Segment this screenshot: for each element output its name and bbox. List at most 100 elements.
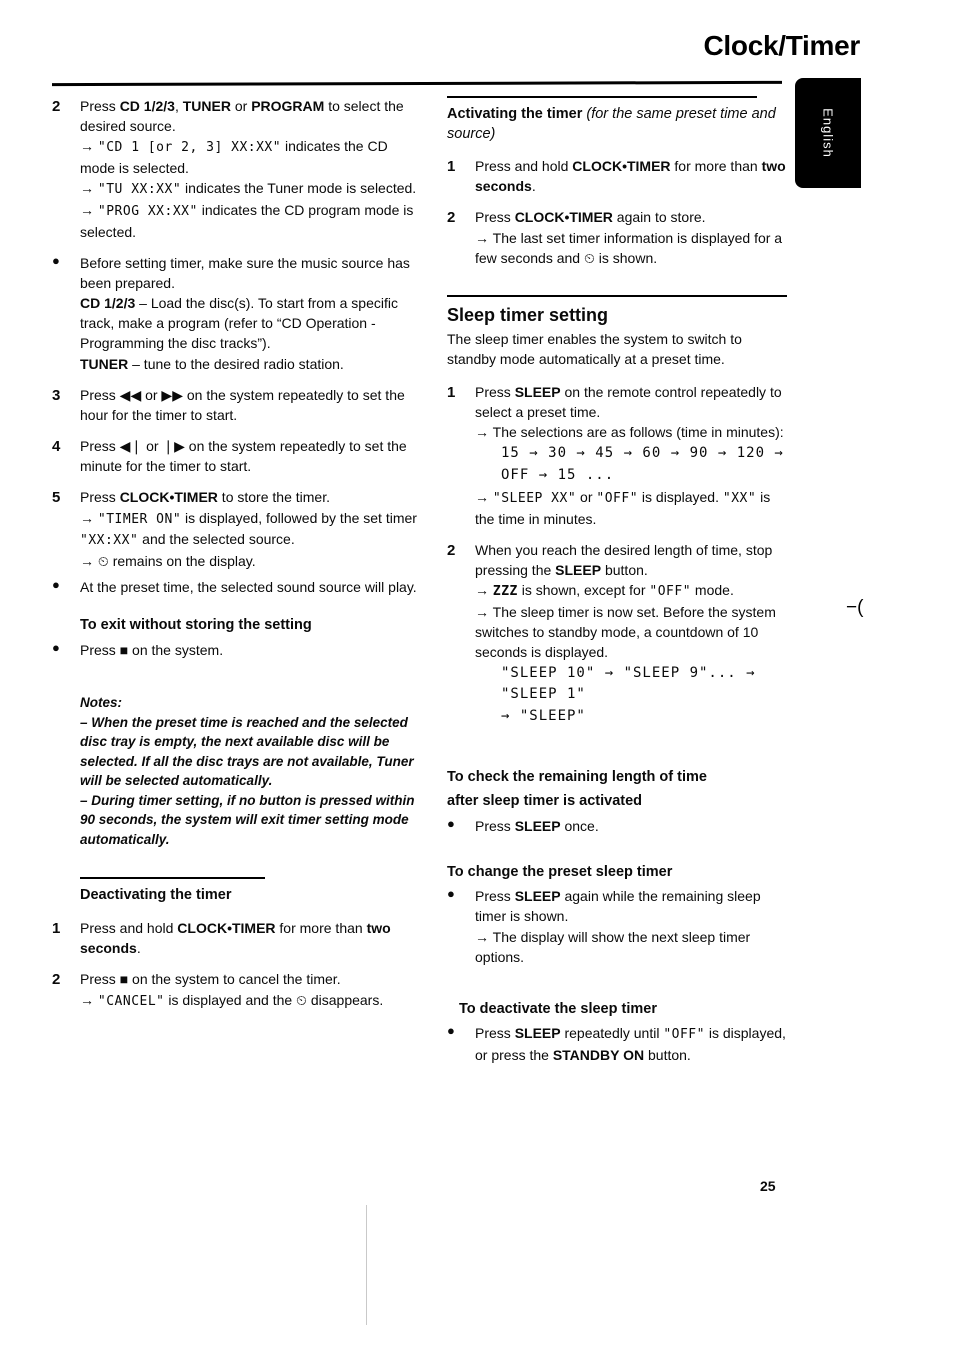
deactivate-step-2-text: Press ■ on the system to cancel the time… [80,971,341,988]
check-remaining-heading-line-2: after sleep timer is activated [447,793,643,810]
list-item-sleep-step-1: 1 Press SLEEP on the remote control repe… [447,382,787,529]
bullet-icon: ● [52,639,60,655]
arrow-icon: → [80,552,94,569]
activate-step-2-sub: → The last set timer information is disp… [475,229,783,266]
step-number: 1 [52,920,61,938]
lcd-display-text: "CD 1 [or 2, 3] XX:XX" [97,140,282,156]
activate-step-2-text: Press CLOCK•TIMER again to store. [475,209,706,226]
sleep-step-1-text: Press SLEEP on the remote control repeat… [475,383,782,420]
bullet-icon: ● [447,1023,455,1039]
arrow-icon: → [475,928,489,945]
prepare-source-text: Before setting timer, make sure the musi… [80,254,410,291]
prepare-source-tuner: TUNER – tune to the desired radio statio… [80,355,344,372]
sleep-step-1-sub-2: → "SLEEP XX" or "OFF" is displayed. "XX"… [475,489,771,527]
lcd-display-text: "TU XX:XX" [97,182,182,198]
lcd-display-text: ZZZ [492,584,518,600]
step-number: 2 [447,541,456,559]
exit-section-heading: To exit without storing the setting [80,617,312,634]
clock-icon-text: ⏲ remains on the display. [97,552,256,569]
list-item-step-5: 5 Press CLOCK•TIMER to store the timer. … [52,487,422,571]
list-item-change-preset: ● Press SLEEP again while the remaining … [447,886,787,967]
page-title: Clock/Timer [703,30,861,61]
deactivate-step-2-sub: → "CANCEL" is displayed and the ⏲ disapp… [80,991,384,1009]
sleep-timer-heading: Sleep timer setting [447,304,609,325]
bullet-icon: ● [447,886,455,902]
stop-button-icon: ■ [119,641,129,658]
list-item-preset-time: ● At the preset time, the selected sound… [52,577,422,597]
notes-label: Notes: [80,694,123,710]
list-item-deactivate-step-2: 2 Press ■ on the system to cancel the ti… [52,969,422,1011]
countdown-line-1: "SLEEP 10" → "SLEEP 9"... → "SLEEP 1" [501,665,756,703]
stop-button-icon: ■ [119,971,129,988]
countdown-line-2: → "SLEEP" [501,708,586,725]
step-number: 4 [52,438,61,456]
lcd-display-text: "SLEEP XX" [492,491,577,507]
lcd-display-text: "XX:XX" [80,533,139,549]
left-column: 2 Press CD 1/2/3, TUNER or PROGRAM to se… [52,96,422,1024]
list-item-activate-step-1: 1 Press and hold CLOCK•TIMER for more th… [447,156,787,196]
lcd-display-text: "PROG XX:XX" [97,203,198,219]
arrow-icon: → [80,991,94,1008]
step-3-text: Press ◀◀ or ▶▶ on the system repeatedly … [80,386,405,423]
prepare-source-cd: CD 1/2/3 – Load the disc(s). To start fr… [80,295,398,352]
arrow-icon: → [475,582,489,599]
section-change-preset: To change the preset sleep timer ● Press… [447,863,787,967]
step-number: 2 [447,209,456,227]
list-item-deactivate-sleep: ● Press SLEEP repeatedly until "OFF" is … [447,1023,787,1065]
step-5-sub-1: → "TIMER ON" is displayed, followed by t… [80,509,417,549]
sleep-step-2-sub-1: → ZZZ is shown, except for "OFF" mode. [475,582,734,600]
sleep-step-1-sub-1: → The selections are as follows (time in… [475,423,784,440]
section-check-remaining: To check the remaining length of time af… [447,768,787,835]
deactivating-heading: Deactivating the timer [80,887,232,904]
arrow-icon: → [80,201,94,218]
sleep-timer-intro: The sleep timer enables the system to sw… [447,331,742,368]
arrow-icon: → [80,509,94,526]
section-divider [447,96,757,98]
sleep-step-2-sub-2: → The sleep timer is now set. Before the… [475,603,776,661]
arrow-icon: → [80,180,94,197]
step-number: 3 [52,386,61,404]
note-1: – When the preset time is reached and th… [80,714,414,789]
sleep-sequence-line-1: 15 → 30 → 45 → 60 → 90 → 120 → [501,445,784,462]
section-activating-timer: Activating the timer (for the same prese… [447,96,787,268]
header-divider [51,80,783,87]
change-preset-sub: → The display will show the next sleep t… [475,928,751,965]
sleep-sequence-line-2: OFF → 15 ... [501,467,615,484]
arrow-icon: → [475,229,489,246]
list-item-sleep-step-2: 2 When you reach the desired length of t… [447,540,787,728]
section-sleep-timer: Sleep timer setting The sleep timer enab… [447,294,787,728]
step-number: 1 [447,158,456,176]
step-2-sub-2: → "TU XX:XX" indicates the Tuner mode is… [80,180,417,198]
lcd-display-text: "OFF" [663,1027,705,1043]
arrow-icon: → [475,489,489,506]
deactivate-step-1-text: Press and hold CLOCK•TIMER for more than… [80,920,391,957]
step-number: 1 [447,383,456,401]
deactivate-sleep-text: Press SLEEP repeatedly until "OFF" is di… [475,1025,786,1064]
list-item-step-2: 2 Press CD 1/2/3, TUNER or PROGRAM to se… [52,96,422,242]
list-item-step-4: 4 Press ◀❘ or ❘▶ on the system repeatedl… [52,436,422,476]
step-2-sub-1: → "CD 1 [or 2, 3] XX:XX" indicates the C… [80,138,388,177]
bullet-icon: ● [447,815,455,831]
lcd-display-text: "OFF" [649,584,692,600]
exit-text: Press ■ on the system. [80,641,224,658]
change-preset-heading: To change the preset sleep timer [447,863,673,880]
step-5-sub-2: → ⏲ remains on the display. [80,551,422,571]
list-item-deactivate-step-1: 1 Press and hold CLOCK•TIMER for more th… [52,918,422,958]
change-preset-text: Press SLEEP again while the remaining sl… [475,888,761,925]
step-2-sub-3: → "PROG XX:XX" indicates the CD program … [80,201,414,240]
sleep-step-2-text: When you reach the desired length of tim… [475,541,773,579]
arrow-icon: → [475,423,489,440]
lcd-display-text: "OFF" [596,491,639,507]
section-deactivating-timer: Deactivating the timer 1 Press and hold … [52,877,422,1011]
language-tab: English [795,78,861,188]
list-item-activate-step-2: 2 Press CLOCK•TIMER again to store. → Th… [447,207,787,267]
scan-artifact-mark: −( [846,597,864,618]
list-item-step-3: 3 Press ◀◀ or ▶▶ on the system repeatedl… [52,385,422,425]
bullet-icon: ● [52,577,60,593]
language-tab-label: English [820,108,836,158]
activating-heading: Activating the timer (for the same prese… [447,106,776,142]
step-4-text: Press ◀❘ or ❘▶ on the system repeatedly … [80,438,407,475]
arrow-icon: → [80,138,94,155]
step-number: 2 [52,971,61,989]
manual-page: Clock/Timer English 2 Press CD 1/2/3, TU… [0,0,954,1345]
